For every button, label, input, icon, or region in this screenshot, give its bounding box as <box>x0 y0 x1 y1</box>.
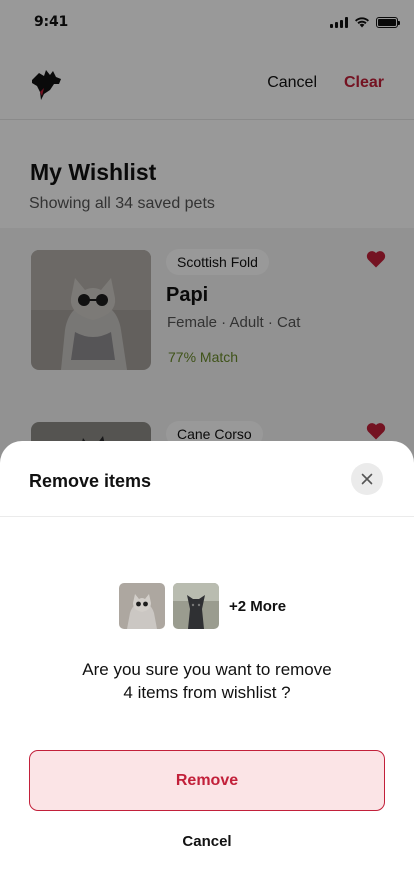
confirm-message-line: 4 items from wishlist ? <box>123 683 291 702</box>
sheet-header: Remove items <box>0 441 414 517</box>
pet-thumbnail <box>173 583 219 629</box>
pet-thumbnail <box>119 583 165 629</box>
confirm-message: Are you sure you want to remove 4 items … <box>0 658 414 704</box>
confirm-message-line: Are you sure you want to remove <box>82 660 332 679</box>
more-count-label: +2 More <box>229 597 287 615</box>
cancel-button[interactable]: Cancel <box>0 833 414 850</box>
remove-button[interactable]: Remove <box>29 750 385 811</box>
remove-items-sheet: Remove items +2 More Are you sure you wa… <box>0 441 414 896</box>
sheet-title: Remove items <box>29 471 152 491</box>
close-icon <box>361 473 373 485</box>
close-button[interactable] <box>351 463 383 495</box>
selected-thumbnails: +2 More <box>119 583 286 629</box>
wishlist-screen: 9:41 Cancel Clear My Wishlist Showing al… <box>0 0 414 896</box>
